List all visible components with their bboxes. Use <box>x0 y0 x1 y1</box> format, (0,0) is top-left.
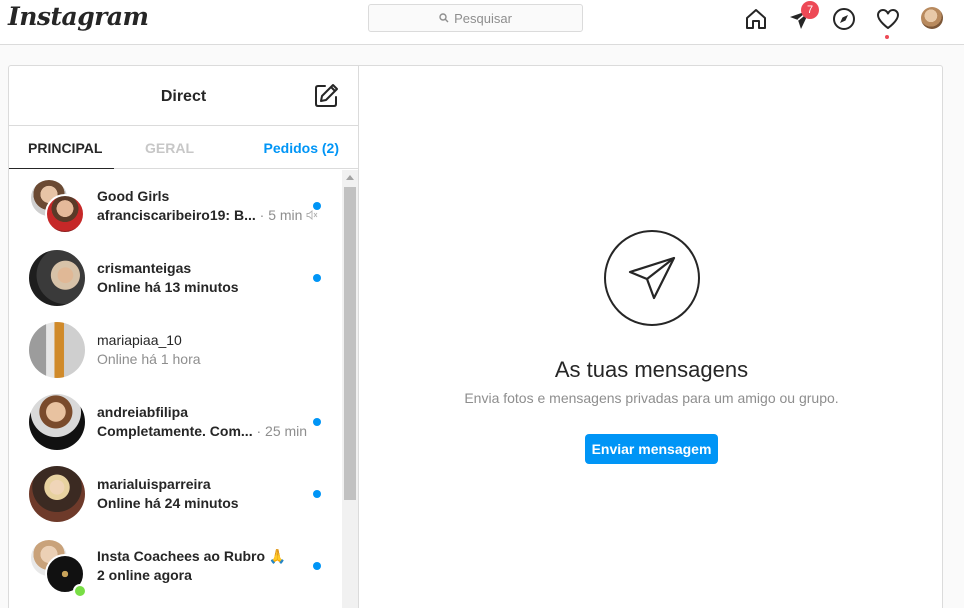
thread-name: crismanteigas <box>97 260 192 276</box>
thread-preview-text: afranciscaribeiro19: B... <box>97 207 256 223</box>
thread-preview: Online há 24 minutos <box>97 495 239 511</box>
home-icon[interactable] <box>743 6 769 32</box>
avatar <box>29 250 85 306</box>
unread-dot <box>313 202 321 210</box>
thread-item[interactable]: marialuisparreira Online há 24 minutos <box>9 458 358 530</box>
thread-item[interactable]: Insta Coachees ao Rubro 🙏 2 online agora <box>9 530 358 602</box>
thread-name: marialuisparreira <box>97 476 211 492</box>
tab-pedidos[interactable]: Pedidos (2) <box>264 140 339 156</box>
thread-list-scrollbar[interactable] <box>342 170 358 608</box>
thread-item[interactable]: mariapiaa_10 Online há 1 hora <box>9 314 358 386</box>
empty-state-description: Envia fotos e mensagens privadas para um… <box>464 390 839 406</box>
search-placeholder: Pesquisar <box>454 10 512 26</box>
thread-time: · 25 min <box>256 423 308 439</box>
instagram-logo[interactable]: Instagram <box>8 2 149 31</box>
thread-preview: Completamente. Com... · 25 min <box>97 423 307 439</box>
unread-dot <box>313 418 321 426</box>
group-avatar-front <box>45 194 85 234</box>
avatar <box>29 466 85 522</box>
avatar <box>29 394 85 450</box>
explore-compass-icon[interactable] <box>831 6 857 32</box>
top-navigation-bar: Instagram Pesquisar 7 <box>0 0 964 45</box>
thread-item[interactable]: andreiabfilipa Completamente. Com... · 2… <box>9 386 358 458</box>
search-input[interactable]: Pesquisar <box>368 4 583 32</box>
thread-preview-text: Online há 1 hora <box>97 351 201 367</box>
online-indicator <box>73 584 87 598</box>
thread-preview-text: 2 online agora <box>97 567 192 583</box>
empty-state-title: As tuas mensagens <box>554 357 749 382</box>
thread-list: Good Girls afranciscaribeiro19: B... · 5… <box>9 170 358 608</box>
threads-header: Direct <box>9 66 358 126</box>
paper-plane-icon <box>604 230 700 326</box>
thread-name: mariapiaa_10 <box>97 332 182 348</box>
activity-notification-dot <box>885 35 889 39</box>
thread-name: Good Girls <box>97 188 170 204</box>
thread-name: andreiabfilipa <box>97 404 189 420</box>
thread-preview: Online há 13 minutos <box>97 279 239 295</box>
threads-panel: Direct PRINCIPAL GERAL Pedidos (2) Good … <box>9 66 359 608</box>
unread-dot <box>313 274 321 282</box>
active-tab-indicator <box>9 168 114 169</box>
thread-preview-text: Online há 13 minutos <box>97 279 239 295</box>
direct-unread-badge: 7 <box>801 1 819 19</box>
thread-preview: 2 online agora <box>97 567 192 583</box>
unread-dot <box>313 490 321 498</box>
scroll-up-arrow[interactable] <box>346 175 354 180</box>
thread-preview: Online há 1 hora <box>97 351 201 367</box>
thread-preview: afranciscaribeiro19: B... · 5 min <box>97 207 318 223</box>
thread-name: Insta Coachees ao Rubro 🙏 <box>97 548 287 564</box>
scroll-thumb[interactable] <box>344 187 356 500</box>
send-message-button[interactable]: Enviar mensagem <box>585 434 718 464</box>
inbox-tabs: PRINCIPAL GERAL Pedidos (2) <box>9 126 358 169</box>
avatar <box>29 322 85 378</box>
tab-geral[interactable]: GERAL <box>145 140 194 156</box>
direct-title: Direct <box>160 88 207 105</box>
direct-inbox-container: Direct PRINCIPAL GERAL Pedidos (2) Good … <box>8 65 943 608</box>
tab-principal[interactable]: PRINCIPAL <box>28 140 102 156</box>
search-icon <box>439 13 449 23</box>
activity-heart-icon[interactable] <box>875 6 901 32</box>
muted-speaker-icon <box>306 210 318 220</box>
thread-preview-text: Online há 24 minutos <box>97 495 239 511</box>
new-message-icon[interactable] <box>313 83 339 109</box>
thread-time: · 5 min <box>259 207 303 223</box>
thread-preview-text: Completamente. Com... <box>97 423 253 439</box>
thread-item[interactable]: Good Girls afranciscaribeiro19: B... · 5… <box>9 170 358 242</box>
thread-item[interactable]: crismanteigas Online há 13 minutos <box>9 242 358 314</box>
profile-avatar[interactable] <box>921 7 943 29</box>
unread-dot <box>313 562 321 570</box>
empty-conversation-panel: As tuas mensagens Envia fotos e mensagen… <box>359 66 944 608</box>
